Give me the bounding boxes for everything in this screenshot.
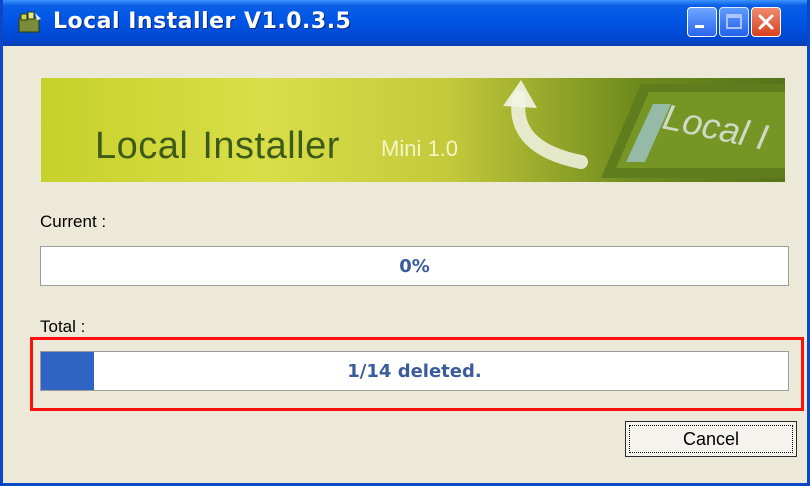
product-banner: Local I Local Installer Mini 1.0 [41, 78, 785, 182]
installer-app-icon [17, 10, 43, 34]
maximize-button[interactable] [719, 7, 749, 37]
window-title: Local Installer V1.0.3.5 [53, 9, 352, 34]
banner-version: Mini 1.0 [381, 136, 459, 161]
current-label: Current : [40, 212, 107, 231]
close-icon [758, 14, 774, 30]
highlight-box [30, 337, 804, 411]
cancel-button[interactable]: Cancel [625, 421, 797, 457]
current-progress-text: 0% [399, 255, 430, 277]
banner-title: Local Installer [95, 125, 340, 167]
current-progress-bar: 0% [40, 246, 789, 286]
total-label: Total : [40, 317, 86, 336]
minimize-icon [695, 25, 704, 28]
cancel-button-label: Cancel [629, 425, 793, 453]
minimize-button[interactable] [687, 7, 717, 37]
close-button[interactable] [751, 7, 781, 37]
installer-window: Local Installer V1.0.3.5 Local I Local I… [0, 0, 810, 486]
title-bar[interactable]: Local Installer V1.0.3.5 [3, 0, 807, 46]
maximize-icon [726, 14, 742, 29]
